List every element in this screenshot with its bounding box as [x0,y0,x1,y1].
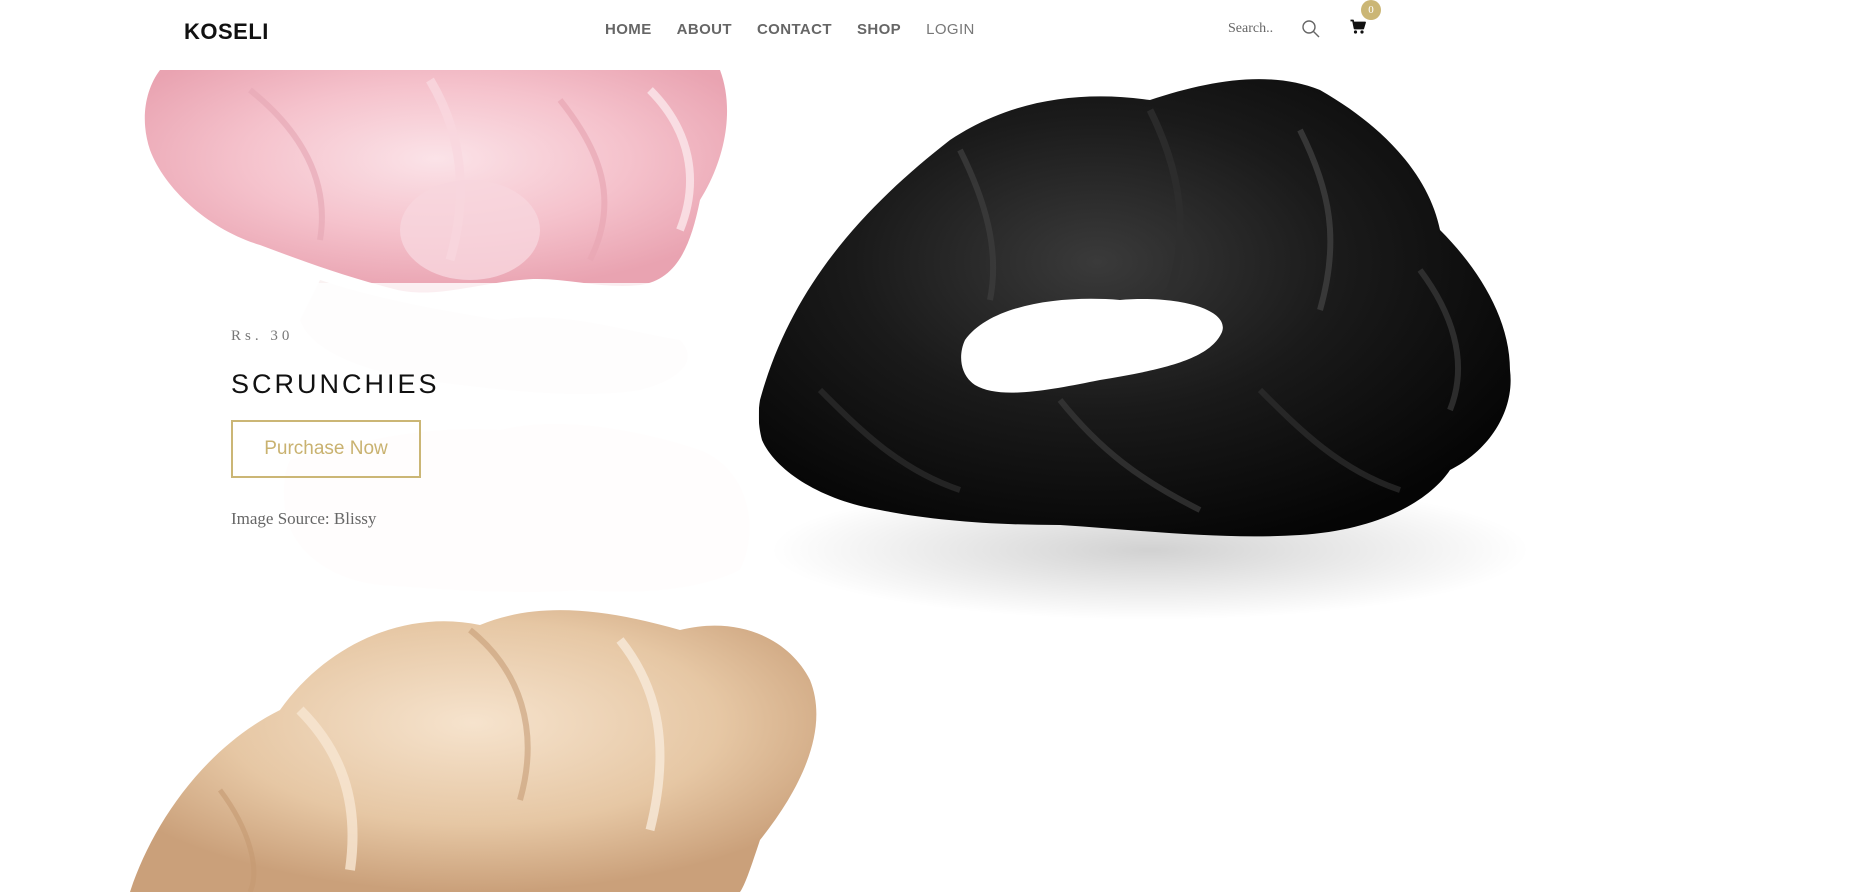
nav-contact[interactable]: CONTACT [757,21,832,38]
pink-scrunchie [144,70,728,293]
purchase-now-button[interactable]: Purchase Now [231,420,421,478]
champagne-scrunchie [130,610,817,892]
nav-login[interactable]: LOGIN [926,21,975,38]
nav-home[interactable]: HOME [605,21,652,38]
product-title: SCRUNCHIES [231,369,440,399]
nav-shop[interactable]: SHOP [857,21,901,38]
main-nav: HOME ABOUT CONTACT SHOP LOGIN [605,21,975,38]
black-scrunchie [758,79,1530,620]
search-input[interactable] [1228,18,1290,40]
search-icon[interactable] [1301,19,1321,39]
cart-icon[interactable] [1350,19,1366,35]
cart-count-badge: 0 [1361,0,1381,20]
site-header: KOSELI HOME ABOUT CONTACT SHOP LOGIN 0 [0,0,1858,70]
nav-about[interactable]: ABOUT [677,21,732,38]
site-logo[interactable]: KOSELI [184,19,269,45]
image-source-credit: Image Source: Blissy [231,509,377,528]
page: KOSELI HOME ABOUT CONTACT SHOP LOGIN 0 R… [0,0,1858,892]
product-price: Rs. 30 [231,328,294,344]
